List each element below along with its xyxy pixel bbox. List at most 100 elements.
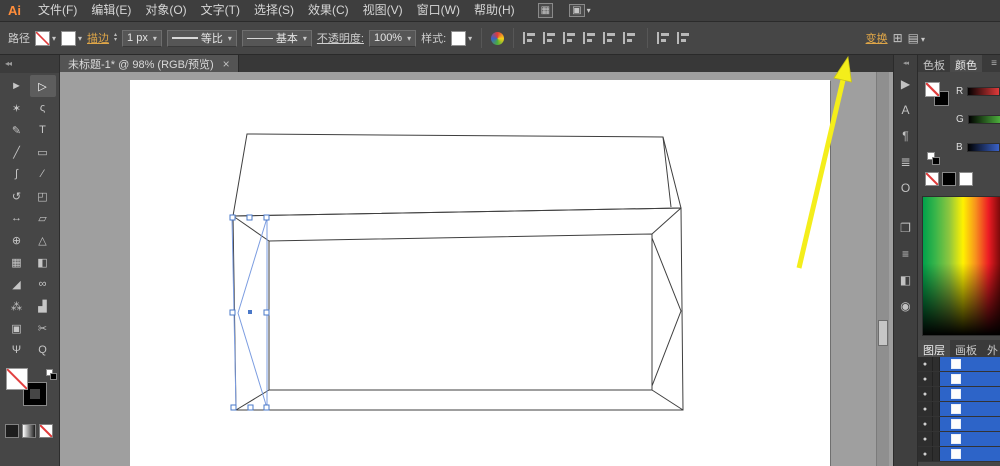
opentype-panel-icon[interactable]: O [894,175,917,201]
lasso-tool[interactable]: ς [30,97,56,119]
black-swatch[interactable] [942,172,956,186]
gradient-panel-icon[interactable]: ◧ [894,267,917,293]
visibility-eye-icon[interactable]: ● [918,357,933,371]
symbol-sprayer-tool[interactable]: ⁂ [4,295,30,317]
visibility-eye-icon[interactable]: ● [918,372,933,386]
artboard-tool[interactable]: ▣ [4,317,30,339]
layer-row[interactable]: ● [918,417,1000,432]
blend-tool[interactable]: ∞ [30,273,56,295]
stepper-down-icon[interactable]: ▾ [114,37,117,43]
rectangle-tool[interactable]: ▭ [30,141,56,163]
visibility-eye-icon[interactable]: ● [918,432,933,446]
direct-selection-tool[interactable]: ▷ [29,75,56,97]
menu-edit[interactable]: 编辑(E) [84,0,138,21]
color-spectrum[interactable] [922,196,1000,336]
pencil-tool[interactable]: ⁄ [30,163,56,185]
tab-color[interactable]: 颜色 [950,55,982,72]
paintbrush-tool[interactable]: ∫ [4,163,30,185]
recolor-artwork-icon[interactable] [491,31,505,45]
distribute-vertical-icon[interactable] [677,32,693,44]
panel-menu-icon[interactable]: ≡ [988,55,1000,72]
tab-close-icon[interactable]: × [223,58,230,70]
menu-object[interactable]: 对象(O) [138,0,193,21]
stroke-profile-dropdown[interactable]: 等比 ▾ [166,29,237,47]
layer-row[interactable]: ● [918,402,1000,417]
align-top-icon[interactable] [583,32,599,44]
menu-select[interactable]: 选择(S) [247,0,301,21]
layer-row[interactable]: ● [918,387,1000,402]
scrollbar-thumb[interactable] [878,320,888,346]
opacity-field[interactable]: 100% ▾ [368,29,417,47]
fill-color-dropdown[interactable]: ▾ [35,30,56,46]
free-transform-tool[interactable]: ▱ [30,207,56,229]
reference-point-grid-icon[interactable]: ⊞ [893,31,903,45]
stroke-color-dropdown[interactable]: ▾ [61,30,82,46]
scale-tool[interactable]: ◰ [30,185,56,207]
visibility-eye-icon[interactable]: ● [918,447,933,461]
visibility-eye-icon[interactable]: ● [918,402,933,416]
flow-panel-icon[interactable]: ▶ [894,71,917,97]
mesh-tool[interactable]: ▦ [4,251,30,273]
menu-view[interactable]: 视图(V) [356,0,410,21]
gradient-mode-icon[interactable] [22,424,36,438]
control-bar-menu[interactable]: ▤ ▾ [908,31,925,45]
menu-window[interactable]: 窗口(W) [410,0,467,21]
rotate-tool[interactable]: ↺ [4,185,30,207]
color-mode-icon[interactable] [5,424,19,438]
tab-artboards[interactable]: 画板 [950,340,982,357]
zoom-tool[interactable]: Q [30,339,56,361]
channel-r-slider[interactable] [967,87,1000,96]
menu-file[interactable]: 文件(F) [31,0,84,21]
character-panel-icon[interactable]: A [894,97,917,123]
eyedropper-tool[interactable]: ◢ [4,273,30,295]
layer-row-selected[interactable] [940,402,1000,416]
artwork-canvas[interactable] [60,72,893,466]
menu-effect[interactable]: 效果(C) [301,0,356,21]
align-left-icon[interactable] [523,32,539,44]
canvas-area[interactable] [60,72,893,466]
tab-appearance[interactable]: 外 [982,340,1000,357]
layer-row-selected[interactable] [940,432,1000,446]
layer-row[interactable]: ● [918,372,1000,387]
workspace-switcher[interactable]: ▣ ▾ [569,4,591,17]
paragraph-panel-icon[interactable]: ¶ [894,123,917,149]
layer-row-selected[interactable] [940,372,1000,386]
glyphs-panel-icon[interactable]: ≣ [894,149,917,175]
width-tool[interactable]: ↔ [4,207,30,229]
arrange-documents-icon[interactable]: ▦ [537,3,554,18]
tab-swatches[interactable]: 色板 [918,55,950,72]
expand-panels-icon[interactable]: ◂◂ [903,55,909,71]
stroke-width-stepper[interactable]: ▴ ▾ [114,32,117,43]
align-h-center-icon[interactable] [543,32,559,44]
menu-type[interactable]: 文字(T) [194,0,247,21]
slice-tool[interactable]: ✂ [30,317,56,339]
column-graph-tool[interactable]: ▟ [30,295,56,317]
stroke-width-field[interactable]: 1 px ▾ [122,29,162,47]
stroke-panel-link[interactable]: 描边 [87,30,109,46]
document-tab[interactable]: 未标题-1* @ 98% (RGB/预览) × [60,55,239,72]
layer-row-selected[interactable] [940,387,1000,401]
perspective-grid-tool[interactable]: △ [30,229,56,251]
menu-help[interactable]: 帮助(H) [467,0,522,21]
symbols-panel-icon[interactable]: ◉ [894,293,917,319]
visibility-eye-icon[interactable]: ● [918,387,933,401]
magic-wand-tool[interactable]: ✶ [4,97,30,119]
graphic-style-dropdown[interactable]: ▾ [451,30,472,46]
shape-builder-tool[interactable]: ⊕ [4,229,30,251]
graphic-styles-panel-icon[interactable]: ≡ [894,241,917,267]
channel-g-slider[interactable] [967,115,1000,124]
brush-definition-dropdown[interactable]: 基本 ▾ [241,29,312,47]
gradient-tool[interactable]: ◧ [30,251,56,273]
white-swatch[interactable] [959,172,973,186]
layer-row[interactable]: ● [918,447,1000,462]
visibility-eye-icon[interactable]: ● [918,417,933,431]
layer-row-selected[interactable] [940,357,1000,371]
align-right-icon[interactable] [563,32,579,44]
layer-row-selected[interactable] [940,447,1000,461]
transform-panel-link[interactable]: 变换 [866,30,888,46]
vertical-scrollbar[interactable] [876,72,889,466]
align-v-center-icon[interactable] [603,32,619,44]
selection-tool[interactable]: ► [4,75,30,97]
tools-collapse-icon[interactable]: ◂◂ [0,55,59,73]
none-swatch[interactable] [925,172,939,186]
